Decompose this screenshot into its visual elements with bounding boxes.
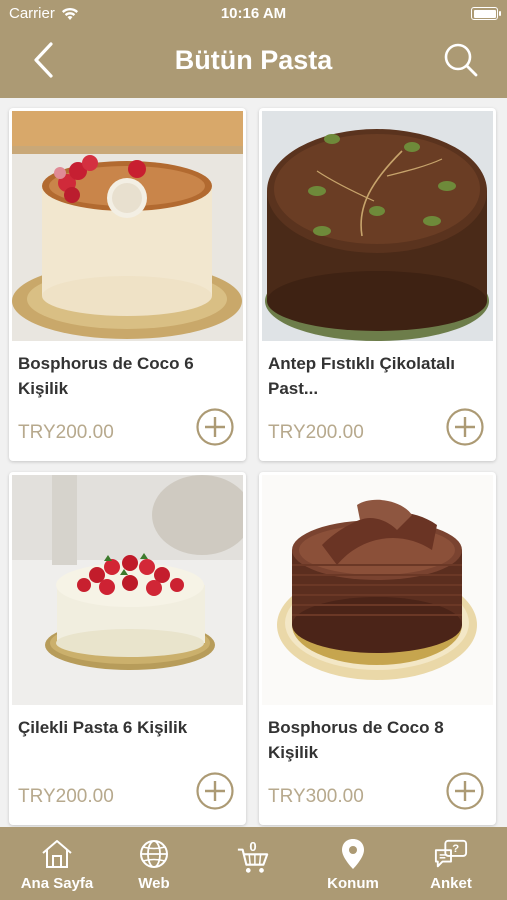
product-image[interactable] <box>12 475 243 705</box>
product-price: TRY200.00 <box>18 786 114 807</box>
tab-label: Anket <box>430 875 472 892</box>
add-to-cart-icon[interactable] <box>195 407 235 447</box>
search-button[interactable] <box>439 38 483 82</box>
battery-icon <box>471 7 501 20</box>
product-card[interactable]: Bosphorus de Coco 6 Kişilik TRY200.00 <box>9 108 246 461</box>
tab-label: Ana Sayfa <box>20 875 94 892</box>
product-name[interactable]: Bosphorus de Coco 8 Kişilik <box>268 715 483 765</box>
product-image[interactable] <box>262 111 493 341</box>
product-name[interactable]: Çilekli Pasta 6 Kişilik <box>18 715 233 740</box>
tab-cart[interactable]: 0 <box>220 827 286 900</box>
tab-label: Web <box>138 875 170 892</box>
product-card[interactable]: Çilekli Pasta 6 Kişilik TRY200.00 <box>9 472 246 825</box>
status-time: 10:16 AM <box>220 5 287 22</box>
survey-chat-icon: ? <box>434 839 468 868</box>
product-image[interactable] <box>262 475 493 705</box>
status-bar: Carrier 10:16 AM <box>0 0 507 28</box>
app-header: Carrier 10:16 AM Bütün Pasta <box>0 0 507 98</box>
product-price: TRY200.00 <box>268 422 364 443</box>
tab-bar: Ana Sayfa Web 0 Konum ? Anket <box>0 827 507 900</box>
tab-location[interactable]: Konum <box>318 827 388 900</box>
product-name[interactable]: Antep Fıstıklı Çikolatalı Past... <box>268 351 483 401</box>
location-pin-icon <box>342 839 364 869</box>
tab-web[interactable]: Web <box>122 827 186 900</box>
product-price: TRY200.00 <box>18 422 114 443</box>
globe-icon <box>140 840 168 868</box>
home-icon <box>42 840 72 868</box>
cart-badge: 0 <box>249 839 257 854</box>
product-card[interactable]: Antep Fıstıklı Çikolatalı Past... TRY200… <box>259 108 496 461</box>
add-to-cart-icon[interactable] <box>445 771 485 811</box>
page-title: Bütün Pasta <box>174 45 333 75</box>
search-icon <box>444 43 478 77</box>
svg-text:?: ? <box>452 843 459 855</box>
product-name[interactable]: Bosphorus de Coco 6 Kişilik <box>18 351 233 401</box>
tab-label: Konum <box>327 875 379 892</box>
tab-survey[interactable]: ? Anket <box>416 827 486 900</box>
add-to-cart-icon[interactable] <box>195 771 235 811</box>
product-price: TRY300.00 <box>268 786 364 807</box>
product-image[interactable] <box>12 111 243 341</box>
product-card[interactable]: Bosphorus de Coco 8 Kişilik TRY300.00 <box>259 472 496 825</box>
add-to-cart-icon[interactable] <box>445 407 485 447</box>
tab-home[interactable]: Ana Sayfa <box>10 827 104 900</box>
